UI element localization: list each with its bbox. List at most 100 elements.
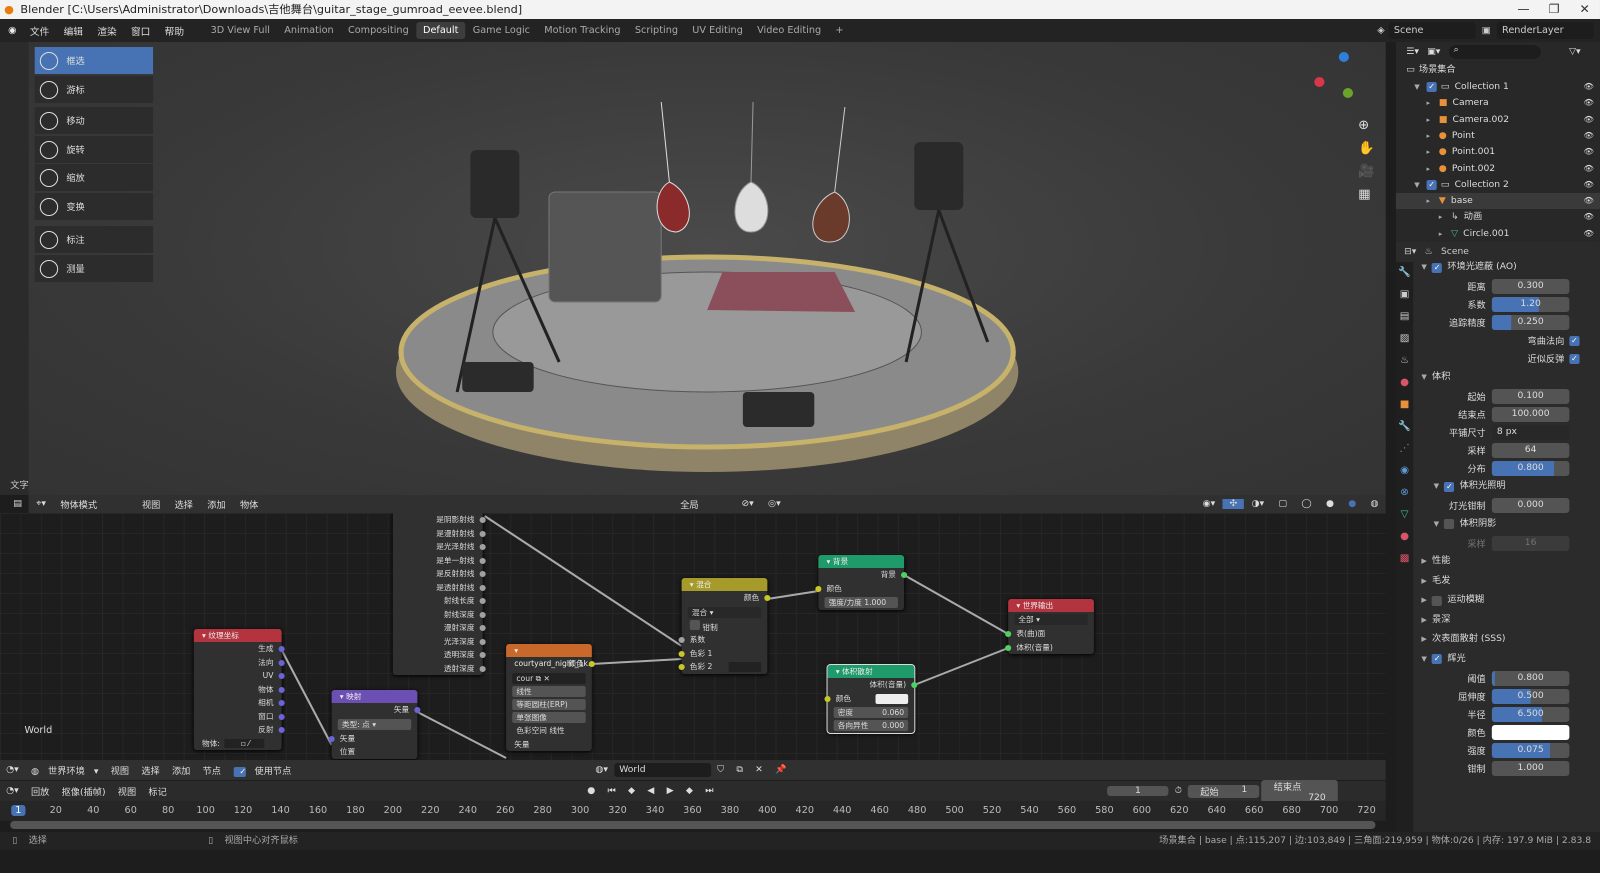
socket-out[interactable]: 是漫射射线	[393, 527, 486, 541]
3d-viewport[interactable]: ⊕ ✋ 🎥 ▦	[28, 42, 1386, 495]
property-field[interactable]: 1.000	[1491, 760, 1570, 776]
tool-move[interactable]: 移动	[34, 107, 154, 134]
outliner[interactable]: ☰▾ ▣▾ ⌕ ▽▾ ▭ 场景集合 ▼ ✓ ▭ Collection 1 👁 ▸ ■ Came…	[1395, 42, 1600, 242]
shading-rendered-icon[interactable]: ◍	[1363, 499, 1385, 509]
light-path-node[interactable]: 是阴影射线 是漫射射线 是光泽射线 是单一射线 是反射射线 是透射射线 射线长度 射线深度 漫射…	[392, 513, 486, 675]
navigation-gizmo[interactable]	[1314, 52, 1370, 107]
editor-type-icon[interactable]: ▤	[6, 499, 29, 509]
socket-volume-out[interactable]: 体积(音量)	[828, 678, 918, 692]
socket-out[interactable]: 是阴影射线	[393, 513, 486, 527]
blender-menu-icon[interactable]: ◉	[0, 25, 23, 36]
properties-tab-physics-icon[interactable]: ◉	[1396, 460, 1413, 482]
socket-factor-in[interactable]: 系数	[678, 633, 768, 647]
checkbox[interactable]	[689, 619, 700, 630]
outliner-item-point-002[interactable]: ▸ ● Point.002 👁	[1396, 161, 1600, 177]
tl-menu-0[interactable]: 回放	[25, 785, 56, 798]
workspace-tab-default[interactable]: Default	[415, 22, 466, 39]
gizmo-toggle-icon[interactable]: ✣	[1222, 499, 1245, 509]
menu-item-2[interactable]: 渲染	[90, 24, 124, 38]
fake-user-icon[interactable]: ⛉	[711, 765, 730, 775]
socket-out[interactable]: 透明深度	[393, 648, 486, 662]
prev-keyframe-button[interactable]: ◆	[622, 786, 641, 796]
workspace-tab-add[interactable]: +	[828, 22, 850, 39]
panel-header-item[interactable]: ▶ 景深	[1413, 611, 1600, 631]
vp-menu-1[interactable]: 选择	[167, 498, 200, 511]
socket-dot[interactable]	[479, 544, 486, 550]
pin-icon[interactable]: 📌	[769, 765, 793, 775]
workspace-tab-game-logic[interactable]: Game Logic	[466, 22, 538, 39]
image-selector[interactable]: cour ⧉ ✕	[512, 672, 586, 684]
tool-scale[interactable]: 缩放	[34, 164, 154, 191]
use-nodes-toggle[interactable]: ✓ 使用节点	[227, 764, 303, 777]
socket-dot[interactable]	[479, 665, 486, 672]
interpolation-select[interactable]: 线性	[512, 685, 586, 697]
properties-tab-world-icon[interactable]: ●	[1396, 372, 1413, 394]
timeline-ruler[interactable]: 1 20 40 60 80 100 120 140 160 180 200 220 240 260 280 3…	[0, 801, 1386, 821]
visibility-eye-icon[interactable]: 👁	[1584, 226, 1594, 242]
projection-select[interactable]: 等距圆柱(ERP)	[512, 698, 586, 710]
socket-dot[interactable]	[479, 530, 486, 537]
editor-type-icon[interactable]: ⊟▾	[1404, 247, 1416, 257]
property-field[interactable]: 64	[1491, 442, 1570, 458]
socket-color-out[interactable]: 颜色	[506, 657, 595, 671]
socket-dot[interactable]	[278, 713, 285, 720]
ne-menu-3[interactable]: 节点	[196, 764, 227, 777]
orientation-selector[interactable]: 全局	[673, 498, 734, 511]
socket-dot[interactable]	[479, 625, 486, 631]
jump-end-button[interactable]: ⏭	[699, 786, 720, 796]
start-frame-field[interactable]: 起始 1	[1188, 784, 1260, 798]
shader-type-selector[interactable]: ◍ 世界环境 ▾	[25, 764, 105, 777]
workspace-tab-3d-view-full[interactable]: 3D View Full	[203, 22, 277, 39]
target-select[interactable]: 全部 ▾	[1014, 614, 1088, 625]
properties-tab-scene-icon[interactable]: ♨	[1396, 350, 1413, 372]
panel-header-sss[interactable]: ▶ 次表面散射 (SSS)	[1413, 630, 1600, 650]
properties-tab-object-data-icon[interactable]: ▽	[1396, 504, 1413, 526]
properties-tab-particles-icon[interactable]: ⋰	[1396, 438, 1413, 460]
property-field[interactable]: 1.20	[1491, 297, 1570, 312]
socket-out[interactable]: 射线深度	[393, 608, 486, 622]
tl-menu-1[interactable]: 抠像(插帧)	[56, 785, 112, 798]
socket-out[interactable]: 是光泽射线	[393, 540, 486, 554]
outliner-item-circle-001[interactable]: ▸ ▽ Circle.001 👁	[1396, 226, 1600, 242]
socket-dot[interactable]	[479, 517, 486, 523]
property-field[interactable]: 0.800	[1491, 460, 1570, 476]
panel-header-item[interactable]: ▼ ✓ 体积光照明	[1413, 477, 1600, 497]
outliner-item-camera-002[interactable]: ▸ ■ Camera.002 👁	[1396, 112, 1600, 128]
expand-icon[interactable]: ▸	[1427, 128, 1439, 144]
mode-selector[interactable]: 物体模式	[53, 498, 135, 511]
property-field[interactable]: 16	[1491, 535, 1570, 551]
density-field[interactable]: 密度 0.060	[833, 707, 909, 718]
outliner-item-point[interactable]: ▸ ● Point 👁	[1396, 128, 1600, 144]
checkbox-row[interactable]: 近似反弹 ✓	[1413, 350, 1600, 368]
shading-solid-icon[interactable]: ●	[1319, 499, 1341, 509]
collection-checkbox[interactable]: ✓	[1426, 82, 1437, 92]
properties-tab-tool-icon[interactable]: 🔧	[1396, 262, 1413, 284]
socket-out[interactable]: 是反射射线	[393, 567, 486, 581]
checkbox[interactable]: ✓	[1569, 353, 1580, 364]
collection-checkbox[interactable]: ✓	[1426, 179, 1437, 190]
world-selector[interactable]: World	[614, 763, 712, 777]
color-swatch[interactable]	[1491, 724, 1570, 740]
shading-wire-icon[interactable]: ◯	[1294, 499, 1319, 509]
visibility-eye-icon[interactable]: 👁	[1584, 193, 1594, 209]
panel-header-item[interactable]: ▼ 体积	[1413, 368, 1600, 388]
panel-header-item[interactable]: ▶ 运动模糊	[1413, 591, 1600, 611]
axis-y-icon[interactable]	[1342, 88, 1354, 98]
expand-icon[interactable]: ▸	[1427, 144, 1439, 160]
property-field[interactable]: 0.500	[1491, 688, 1570, 704]
ne-menu-1[interactable]: 选择	[135, 764, 166, 777]
properties-tab-constraints-icon[interactable]: ⊗	[1396, 482, 1413, 504]
workspace-tab-uv-editing[interactable]: UV Editing	[685, 22, 750, 39]
socket-dot[interactable]	[278, 700, 285, 706]
socket-out[interactable]: 光泽深度	[393, 635, 486, 649]
ne-menu-0[interactable]: 视图	[105, 764, 136, 777]
socket-vector-in[interactable]: 矢量	[328, 732, 418, 746]
socket-volume-in[interactable]: 体积(音量)	[1005, 641, 1094, 655]
socket-background-out[interactable]: 背景	[818, 568, 908, 582]
current-frame-indicator[interactable]: 1	[11, 805, 26, 816]
node-header[interactable]: ▾ 混合	[681, 578, 768, 591]
world-output-node[interactable]: ▾ 世界输出 全部 ▾ 表(曲)面 体积(音量)	[1005, 599, 1094, 655]
node-header[interactable]: ▾ 背景	[818, 555, 905, 568]
view-layer-selector[interactable]: RenderLayer	[1496, 22, 1594, 39]
tl-menu-2[interactable]: 视图	[112, 785, 143, 798]
